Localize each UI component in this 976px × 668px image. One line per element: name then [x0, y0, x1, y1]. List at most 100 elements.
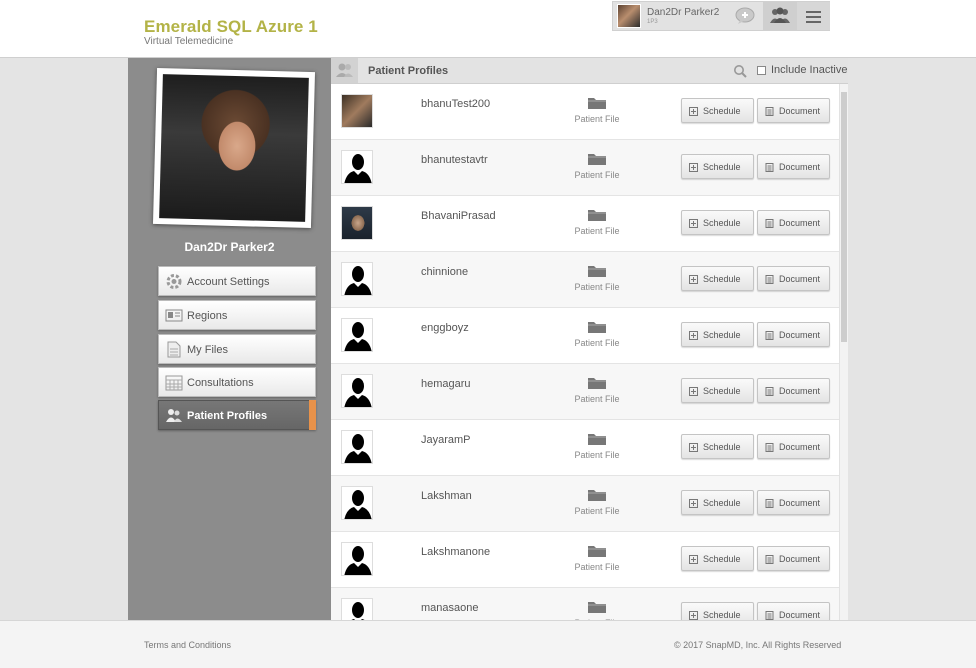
sidebar-item-label: My Files [187, 344, 228, 356]
schedule-label: Schedule [703, 386, 741, 396]
person-silhouette-icon [344, 378, 372, 407]
sidebar-item-label: Account Settings [187, 276, 270, 288]
schedule-button[interactable]: Schedule [681, 154, 754, 179]
patient-name[interactable]: chinnione [421, 266, 468, 278]
document-label: Document [779, 554, 821, 564]
patient-row: bhanuTest200 Patient File Schedule Docum… [331, 84, 839, 140]
include-inactive-label: Include Inactive [771, 64, 848, 76]
document-button[interactable]: Document [757, 434, 830, 459]
patient-file-link[interactable]: Patient File [567, 264, 627, 292]
sidebar-item-account-settings[interactable]: Account Settings [158, 266, 316, 296]
menu-button[interactable] [797, 2, 830, 30]
document-icon [167, 341, 181, 358]
patient-file-link[interactable]: Patient File [567, 600, 627, 620]
patient-file-link[interactable]: Patient File [567, 432, 627, 460]
document-label: Document [779, 218, 821, 228]
person-silhouette-icon [344, 490, 372, 519]
chat-add-icon[interactable] [735, 7, 757, 25]
patient-file-label: Patient File [574, 170, 620, 180]
document-button[interactable]: Document [757, 378, 830, 403]
patient-row: JayaramP Patient File Schedule Document [331, 420, 839, 476]
document-icon [765, 555, 774, 564]
document-button[interactable]: Document [757, 266, 830, 291]
patient-avatar[interactable] [341, 486, 373, 520]
patient-avatar[interactable] [341, 374, 373, 408]
scrollbar-thumb[interactable] [841, 92, 847, 342]
patient-name[interactable]: BhavaniPrasad [421, 210, 496, 222]
patient-name[interactable]: bhanuTest200 [421, 98, 490, 110]
patient-file-link[interactable]: Patient File [567, 208, 627, 236]
search-icon[interactable] [733, 64, 747, 78]
id-card-icon [165, 309, 183, 322]
person-silhouette-icon [351, 602, 365, 620]
include-inactive-checkbox[interactable] [757, 66, 766, 75]
patient-name[interactable]: enggboyz [421, 322, 469, 334]
patient-avatar[interactable] [341, 598, 373, 620]
patient-avatar[interactable] [341, 318, 373, 352]
patient-file-link[interactable]: Patient File [567, 96, 627, 124]
document-button[interactable]: Document [757, 602, 830, 620]
document-button[interactable]: Document [757, 98, 830, 123]
patient-avatar[interactable] [341, 542, 373, 576]
person-silhouette-icon [344, 154, 372, 183]
schedule-button[interactable]: Schedule [681, 322, 754, 347]
sidebar-item-regions[interactable]: Regions [158, 300, 316, 330]
scrollbar[interactable] [839, 84, 848, 620]
schedule-button[interactable]: Schedule [681, 546, 754, 571]
terms-link[interactable]: Terms and Conditions [144, 640, 231, 650]
patient-avatar[interactable] [341, 150, 373, 184]
app-subtitle: Virtual Telemedicine [144, 36, 234, 47]
calendar-add-icon [689, 611, 698, 620]
user-menu[interactable]: Dan2Dr Parker2 1P3 [612, 1, 830, 31]
patient-avatar[interactable] [341, 262, 373, 296]
app-title: Emerald SQL Azure 1 [144, 17, 318, 36]
document-icon [765, 611, 774, 620]
patient-file-link[interactable]: Patient File [567, 376, 627, 404]
patient-file-link[interactable]: Patient File [567, 320, 627, 348]
document-button[interactable]: Document [757, 322, 830, 347]
schedule-button[interactable]: Schedule [681, 266, 754, 291]
document-label: Document [779, 386, 821, 396]
schedule-button[interactable]: Schedule [681, 378, 754, 403]
document-button[interactable]: Document [757, 154, 830, 179]
patient-photo[interactable] [341, 206, 373, 240]
patient-file-label: Patient File [574, 562, 620, 572]
sidebar-item-patient-profiles[interactable]: Patient Profiles [158, 400, 316, 430]
document-icon [765, 163, 774, 172]
patient-name[interactable]: hemagaru [421, 378, 471, 390]
group-button[interactable] [763, 2, 797, 30]
document-icon [765, 443, 774, 452]
top-header: Emerald SQL Azure 1 Virtual Telemedicine… [0, 0, 976, 58]
patient-name[interactable]: JayaramP [421, 434, 471, 446]
schedule-button[interactable]: Schedule [681, 98, 754, 123]
document-button[interactable]: Document [757, 210, 830, 235]
panel-header: Patient Profiles Include Inactive [331, 58, 848, 84]
patient-photo[interactable] [341, 94, 373, 128]
patient-avatar[interactable] [341, 430, 373, 464]
document-icon [765, 107, 774, 116]
sidebar-item-my-files[interactable]: My Files [158, 334, 316, 364]
patient-file-link[interactable]: Patient File [567, 544, 627, 572]
sidebar-item-label: Consultations [187, 377, 254, 389]
patient-name[interactable]: Lakshmanone [421, 546, 490, 558]
patient-file-link[interactable]: Patient File [567, 488, 627, 516]
schedule-label: Schedule [703, 330, 741, 340]
patient-row: manasaone Patient File Schedule Document [331, 588, 839, 620]
calendar-icon [165, 375, 183, 391]
folder-icon [588, 434, 606, 445]
schedule-button[interactable]: Schedule [681, 602, 754, 620]
patient-name[interactable]: manasaone [421, 602, 479, 614]
schedule-button[interactable]: Schedule [681, 210, 754, 235]
document-icon [765, 275, 774, 284]
document-button[interactable]: Document [757, 490, 830, 515]
schedule-button[interactable]: Schedule [681, 490, 754, 515]
patient-name[interactable]: bhanutestavtr [421, 154, 488, 166]
patient-name[interactable]: Lakshman [421, 490, 472, 502]
patient-row: hemagaru Patient File Schedule Document [331, 364, 839, 420]
avatar[interactable] [617, 4, 641, 28]
document-label: Document [779, 442, 821, 452]
sidebar-item-consultations[interactable]: Consultations [158, 367, 316, 397]
schedule-button[interactable]: Schedule [681, 434, 754, 459]
document-button[interactable]: Document [757, 546, 830, 571]
patient-file-link[interactable]: Patient File [567, 152, 627, 180]
